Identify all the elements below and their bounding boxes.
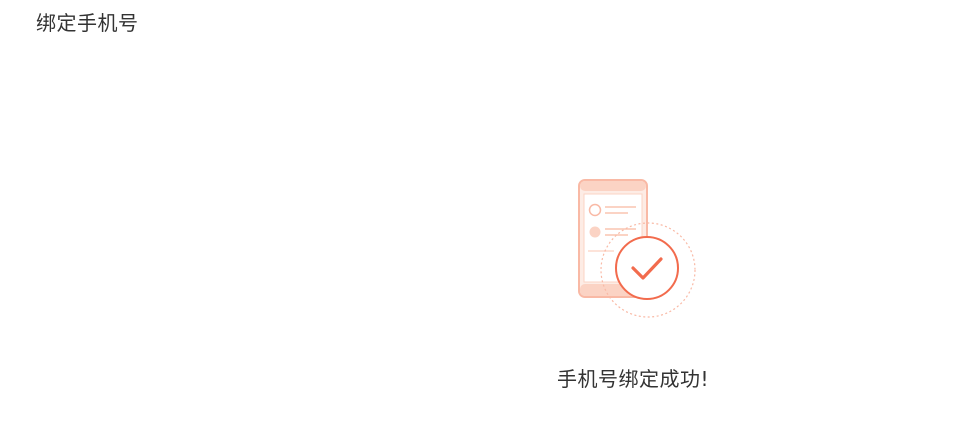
phone-success-illustration xyxy=(570,172,702,322)
phone-top-bar xyxy=(580,181,646,191)
success-message: 手机号绑定成功! xyxy=(556,367,710,391)
check-badge-circle xyxy=(615,236,679,300)
phone-success-check-icon xyxy=(578,179,696,318)
page-title: 绑定手机号 xyxy=(36,11,139,35)
list-row-2-dot xyxy=(589,226,601,238)
